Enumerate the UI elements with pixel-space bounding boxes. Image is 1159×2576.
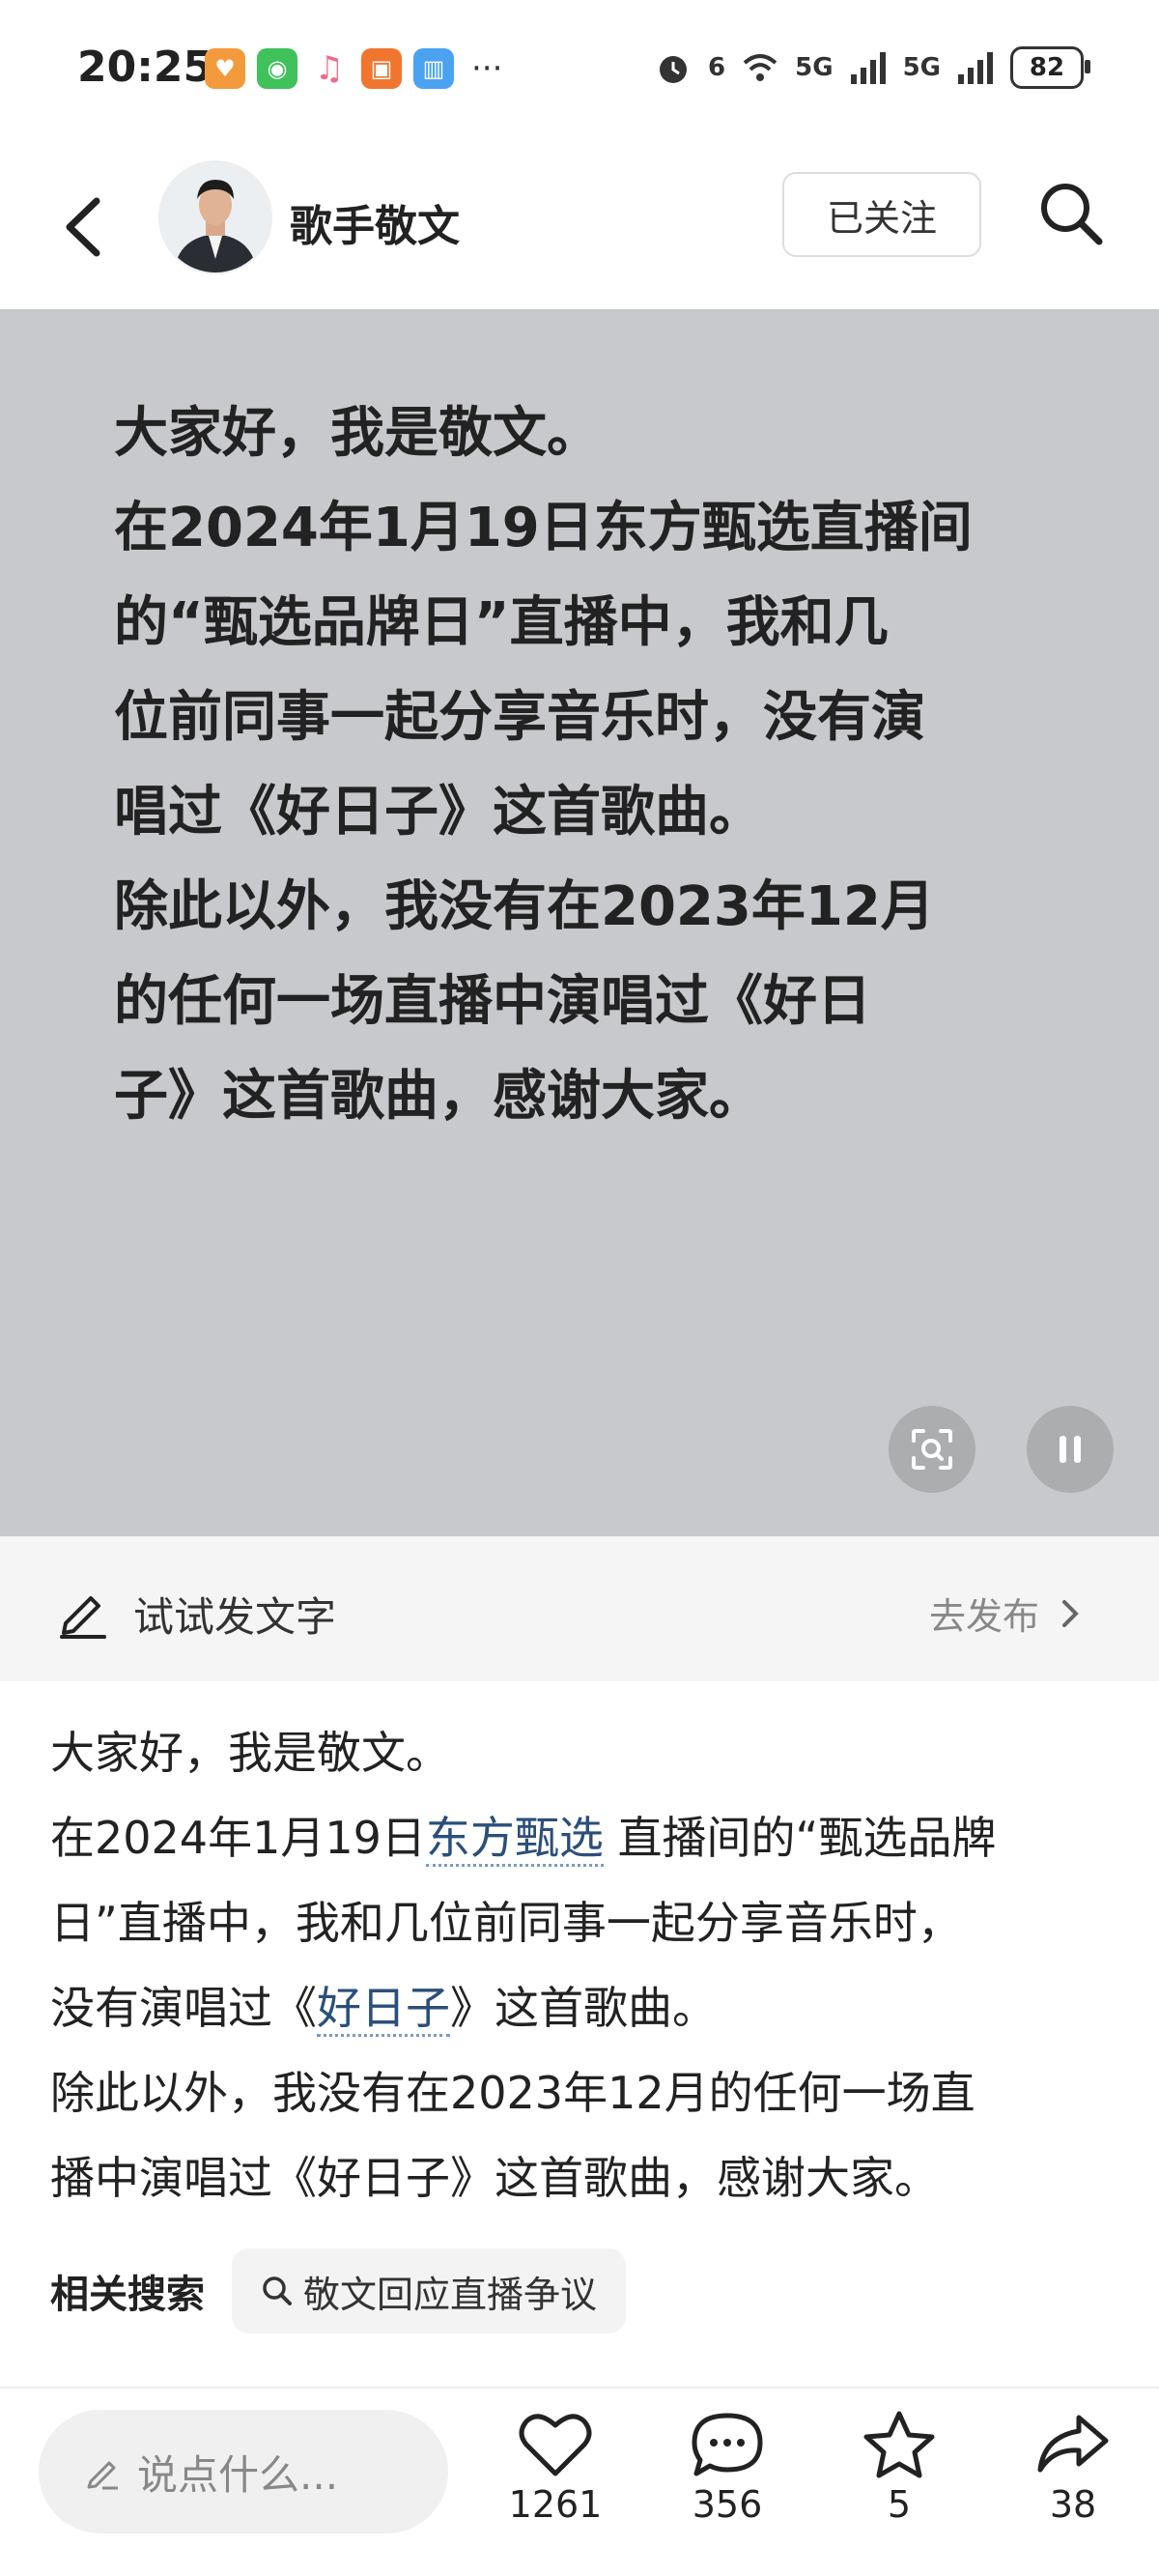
pencil-icon xyxy=(87,2461,118,2490)
post-header: 歌手敬文 已关注 xyxy=(0,155,1159,309)
publish-label: 去发布 xyxy=(928,1595,1039,1638)
comment-button[interactable]: 356 xyxy=(674,2410,780,2526)
wifi-icon xyxy=(743,54,777,81)
like-count: 1261 xyxy=(508,2483,603,2526)
comment-placeholder: 说点什么... xyxy=(137,2450,339,2499)
favorite-count: 5 xyxy=(887,2483,912,2526)
avatar[interactable] xyxy=(158,160,272,274)
author-name[interactable]: 歌手敬文 xyxy=(290,191,460,253)
heart-icon xyxy=(519,2414,592,2476)
statement-line: 的“甄选品牌日”直播中，我和几 xyxy=(114,591,889,654)
statement-line: 的任何一场直播中演唱过《好日 xyxy=(114,970,871,1033)
following-button[interactable]: 已关注 xyxy=(782,172,981,257)
publish-link[interactable]: 去发布 xyxy=(929,1587,1082,1640)
compose-bar[interactable]: 试试发文字 去发布 xyxy=(0,1536,1159,1681)
network-type-2: 5G xyxy=(902,53,941,82)
status-bar: 20:25 ♥ ◉ ♫ ▣ ▥ ··· 6 5G 5G 82 xyxy=(0,0,1159,145)
comment-input[interactable]: 说点什么... xyxy=(39,2410,448,2533)
status-time: 20:25 xyxy=(77,43,213,92)
status-app-icons: ♥ ◉ ♫ ▣ ▥ ··· xyxy=(205,48,502,89)
statement-line: 除此以外，我没有在2023年12月 xyxy=(114,875,935,938)
statement-line: 唱过《好日子》这首歌曲。 xyxy=(114,781,763,844)
body-line: 日”直播中，我和几位前同事一起分享音乐时， xyxy=(50,1897,962,1949)
statement-line: 子》这首歌曲，感谢大家。 xyxy=(114,1065,763,1128)
scan-button[interactable] xyxy=(889,1406,975,1493)
search-icon xyxy=(1041,184,1103,245)
body-line: 播中演唱过《好日子》这首歌曲，感谢大家。 xyxy=(50,2152,939,2204)
status-right: 6 5G 5G 82 xyxy=(654,46,1090,89)
video-media[interactable]: 大家好，我是敬文。 在2024年1月19日东方甄选直播间 的“甄选品牌日”直播中… xyxy=(0,309,1159,1536)
share-icon xyxy=(1037,2415,1109,2473)
body-text: 直播间的“甄选品牌 xyxy=(603,1812,997,1864)
favorite-button[interactable]: 5 xyxy=(846,2410,952,2526)
search-icon xyxy=(263,2276,292,2305)
signal-bars-icon xyxy=(850,52,886,84)
battery-indicator: 82 xyxy=(1010,46,1090,89)
like-button[interactable]: 1261 xyxy=(502,2410,608,2526)
body-text: 在2024年1月19日 xyxy=(50,1812,426,1864)
body-line: 没有演唱过《好日子》这首歌曲。 xyxy=(50,1965,1122,2050)
body-text: 》这首歌曲。 xyxy=(450,1982,717,2034)
comment-icon xyxy=(692,2413,763,2476)
star-icon xyxy=(863,2411,935,2478)
body-line: 除此以外，我没有在2023年12月的任何一场直 xyxy=(50,2067,975,2119)
share-count: 38 xyxy=(1049,2483,1097,2526)
shopping-app-icon: ▣ xyxy=(361,48,402,89)
alarm-icon xyxy=(660,56,688,83)
music-icon: ♫ xyxy=(314,49,345,88)
book-app-icon: ▥ xyxy=(413,48,454,89)
pencil-icon xyxy=(60,1596,106,1639)
related-search-label: 相关搜索 xyxy=(50,2273,205,2317)
more-notifications-icon: ··· xyxy=(471,49,503,88)
video-statement-text: 大家好，我是敬文。 在2024年1月19日东方甄选直播间 的“甄选品牌日”直播中… xyxy=(114,386,1060,1144)
back-button[interactable] xyxy=(52,184,120,271)
bottom-action-bar: 说点什么... 1261 356 5 38 xyxy=(0,2387,1159,2576)
heart-app-icon: ♥ xyxy=(205,48,245,89)
scan-icon xyxy=(912,1429,952,1470)
link-song[interactable]: 好日子 xyxy=(317,1982,450,2037)
body-text: 没有演唱过《 xyxy=(50,1982,317,2034)
share-button[interactable]: 38 xyxy=(1020,2410,1126,2526)
related-search-chip[interactable]: 敬文回应直播争议 xyxy=(232,2248,627,2333)
related-search-chip-text: 敬文回应直播争议 xyxy=(303,2273,598,2316)
signal-type-1: 6 xyxy=(708,53,726,82)
search-button[interactable] xyxy=(1035,178,1107,249)
chevron-right-icon xyxy=(1062,1599,1079,1627)
body-line: 在2024年1月19日东方甄选 直播间的“甄选品牌 xyxy=(50,1795,1122,1880)
comment-count: 356 xyxy=(692,2483,763,2526)
statement-line: 位前同事一起分享音乐时，没有演 xyxy=(114,686,925,749)
compose-prompt[interactable]: 试试发文字 xyxy=(133,1585,336,1644)
wechat-icon: ◉ xyxy=(257,48,297,89)
signal-bars-icon-2 xyxy=(958,52,993,84)
network-type-1: 5G xyxy=(795,53,834,82)
pause-button[interactable] xyxy=(1027,1406,1114,1493)
post-body: 大家好，我是敬文。 在2024年1月19日东方甄选 直播间的“甄选品牌 日”直播… xyxy=(50,1710,1122,2220)
link-dongfang[interactable]: 东方甄选 xyxy=(425,1812,604,1867)
statement-line: 在2024年1月19日东方甄选直播间 xyxy=(114,497,973,559)
chevron-left-icon xyxy=(66,197,100,257)
body-line: 大家好，我是敬文。 xyxy=(50,1727,450,1779)
person-avatar-image xyxy=(160,162,270,272)
related-search: 相关搜索 敬文回应直播争议 xyxy=(50,2247,627,2334)
statement-line: 大家好，我是敬文。 xyxy=(114,402,601,465)
pause-icon xyxy=(1060,1436,1081,1463)
